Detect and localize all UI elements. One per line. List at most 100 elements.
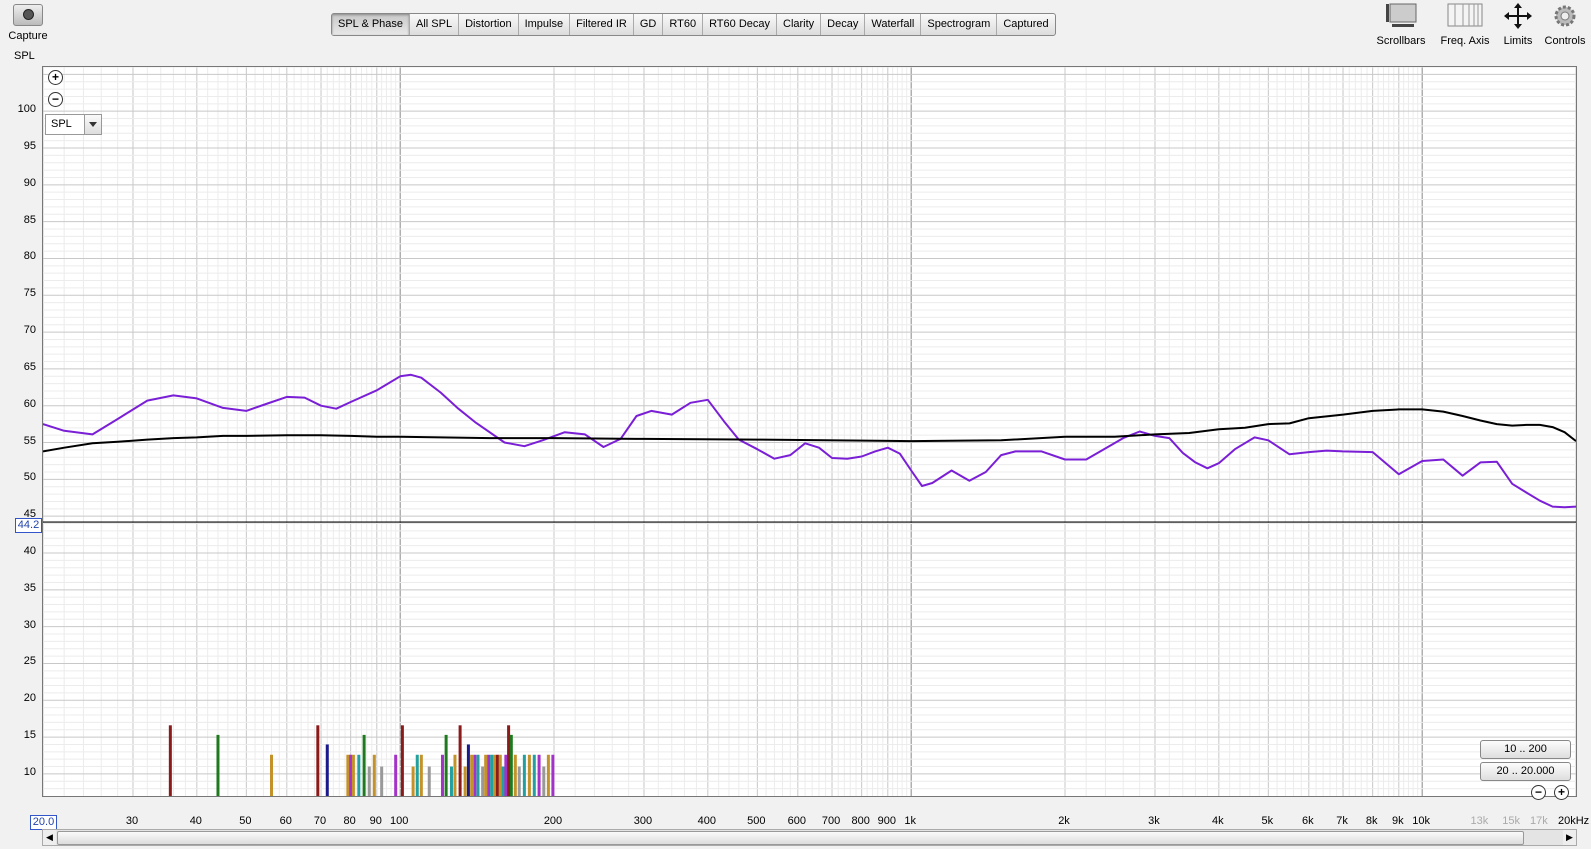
x-tick-label: 3k [1148, 815, 1160, 827]
scrollbar-thumb[interactable] [57, 831, 1524, 845]
y-tick-label: 75 [23, 287, 36, 300]
tab-distortion[interactable]: Distortion [459, 14, 519, 35]
y-tick-label: 70 [23, 324, 36, 337]
resonance-bar [507, 725, 511, 796]
x-tick-label: 200 [543, 815, 563, 827]
x-tick-label: 400 [697, 815, 716, 827]
freq-axis-button[interactable]: Freq. Axis [1436, 2, 1494, 47]
chevron-down-icon[interactable] [84, 115, 101, 134]
resonance-bar [484, 754, 488, 796]
y-tick-label: 10 [23, 765, 36, 778]
tab-rt60[interactable]: RT60 [663, 14, 704, 35]
resonance-bar [458, 725, 462, 796]
y-axis-unit-select[interactable]: SPL [45, 114, 102, 135]
x-tick-label: 5k [1261, 815, 1274, 827]
graph-tab-bar: SPL & Phase All SPL Distortion Impulse F… [331, 13, 1056, 36]
y-axis-title: SPL [14, 50, 35, 62]
resonance-bar [501, 766, 505, 796]
y-tick-label: 100 [17, 103, 36, 116]
resonance-bar [546, 754, 550, 796]
tab-spectrogram[interactable]: Spectrogram [921, 14, 998, 35]
resonance-bar [357, 754, 361, 796]
horizontal-scrollbar[interactable]: ◀ ▶ [42, 829, 1577, 846]
y-tick-label: 95 [23, 140, 36, 152]
resonance-bar [367, 766, 371, 796]
range-10-200-button[interactable]: 10 .. 200 [1480, 740, 1571, 759]
x-tick-label: 4k [1212, 815, 1224, 827]
resonance-bar [551, 754, 555, 796]
tab-filtered-ir[interactable]: Filtered IR [570, 14, 634, 35]
y-tick-label: 55 [23, 434, 36, 447]
capture-label: Capture [8, 30, 48, 42]
y-tick-label: 60 [23, 397, 36, 410]
scrollbars-icon [1374, 2, 1428, 30]
resonance-bar [498, 754, 502, 796]
spl-chart-svg [43, 67, 1576, 796]
cursor-y-readout: 44.2 [15, 518, 42, 533]
scroll-right-icon[interactable]: ▶ [1563, 830, 1576, 845]
tab-rt60-decay[interactable]: RT60 Decay [703, 14, 777, 35]
controls-button[interactable]: Controls [1542, 2, 1588, 47]
resonance-bar [487, 754, 491, 796]
limits-arrows-icon [1498, 2, 1538, 30]
resonance-bar [449, 766, 453, 796]
y-tick-label: 35 [23, 581, 36, 594]
y-tick-label: 25 [23, 655, 36, 668]
x-tick-label: 500 [747, 815, 766, 827]
x-tick-label: 90 [369, 815, 382, 827]
x-tick-label: 80 [343, 815, 356, 827]
spl-graph-area[interactable] [42, 66, 1577, 797]
resonance-bar [463, 766, 467, 796]
x-tick-label: 40 [189, 815, 202, 827]
tab-gd[interactable]: GD [634, 14, 664, 35]
x-tick-label: 700 [821, 815, 841, 827]
tab-clarity[interactable]: Clarity [777, 14, 822, 35]
freq-axis-label: Freq. Axis [1440, 35, 1490, 47]
zoom-in-vertical-icon[interactable]: + [48, 70, 63, 85]
resonance-bar [411, 766, 415, 796]
resonance-bar [346, 754, 350, 796]
capture-button[interactable]: Capture [6, 4, 50, 44]
resonance-bar [527, 754, 531, 796]
zoom-out-horizontal-icon[interactable]: − [1531, 785, 1546, 800]
y-axis-unit-value: SPL [51, 118, 72, 130]
scrollbars-label: Scrollbars [1376, 35, 1426, 47]
scrollbars-button[interactable]: Scrollbars [1374, 2, 1428, 47]
resonance-bar [168, 725, 172, 796]
x-tick-label: 50 [239, 815, 252, 827]
tab-all-spl[interactable]: All SPL [410, 14, 460, 35]
resonance-bar [351, 754, 355, 796]
resonance-bar [427, 766, 431, 796]
scroll-left-icon[interactable]: ◀ [43, 830, 56, 845]
tab-spl-phase[interactable]: SPL & Phase [332, 14, 411, 35]
resonance-bar [495, 754, 499, 796]
limits-button[interactable]: Limits [1498, 2, 1538, 47]
tab-impulse[interactable]: Impulse [519, 14, 571, 35]
zoom-out-vertical-icon[interactable]: − [48, 92, 63, 107]
x-tick-label: 60 [279, 815, 292, 827]
x-tick-label: 800 [851, 815, 870, 827]
resonance-bar [372, 754, 376, 796]
camera-icon [13, 4, 43, 26]
y-tick-label: 30 [23, 618, 36, 631]
zoom-in-horizontal-icon[interactable]: + [1554, 785, 1569, 800]
x-tick-label: 7k [1336, 815, 1348, 827]
x-tick-label: 10k [1412, 815, 1431, 827]
x-tick-label: 8k [1365, 815, 1378, 827]
resonance-bar [444, 734, 448, 796]
resonance-bar [532, 754, 536, 796]
y-tick-label: 20 [23, 692, 36, 705]
resonance-bar [522, 754, 526, 796]
tab-waterfall[interactable]: Waterfall [865, 14, 922, 35]
x-tick-label: 17k [1530, 815, 1548, 827]
x-tick-label: 1k [904, 815, 916, 827]
x-tick-label: 900 [877, 815, 896, 827]
resonance-bar [509, 734, 513, 796]
tab-captured[interactable]: Captured [997, 14, 1054, 35]
x-tick-label: 600 [787, 815, 806, 827]
resonance-bar [542, 766, 546, 796]
cursor-x-readout: 20.0 [30, 815, 57, 830]
range-20-20000-button[interactable]: 20 .. 20.000 [1480, 762, 1571, 781]
limits-label: Limits [1503, 35, 1533, 47]
tab-decay[interactable]: Decay [821, 14, 866, 35]
